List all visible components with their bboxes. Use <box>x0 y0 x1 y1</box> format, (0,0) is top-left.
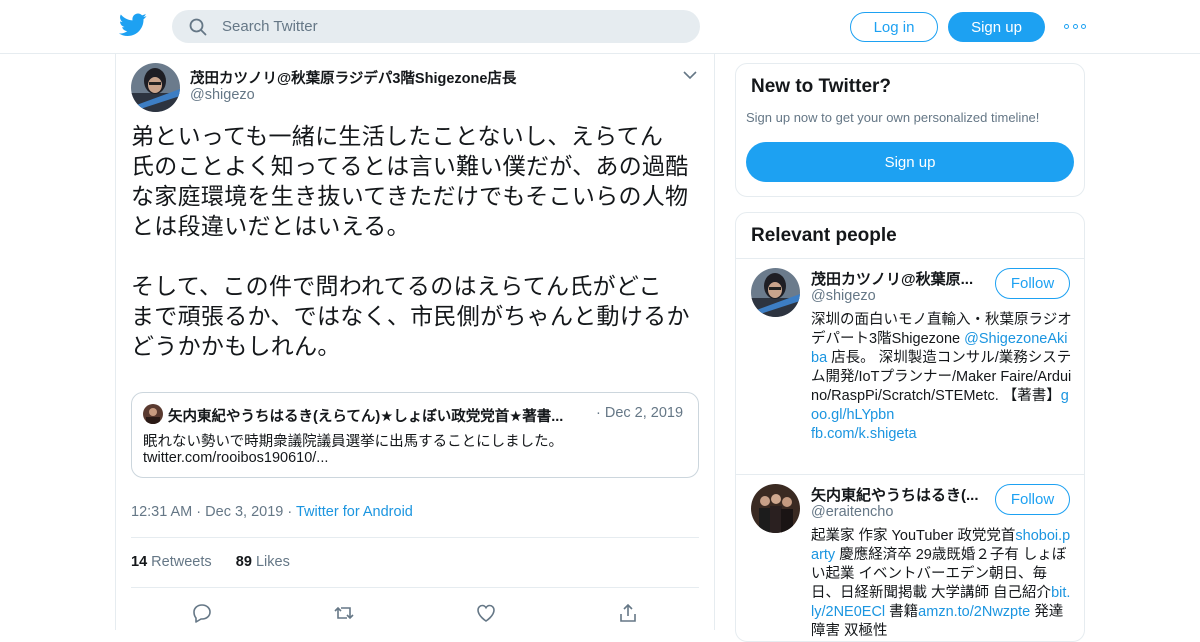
bio-link[interactable]: amzn.to/2Nwzpte <box>918 604 1030 620</box>
tweet-date[interactable]: Dec 3, 2019 <box>205 504 283 520</box>
bio-link[interactable]: fb.com/k.shigeta <box>811 426 917 442</box>
retweets-label: Retweets <box>151 554 212 570</box>
follow-button[interactable]: Follow <box>995 484 1070 515</box>
tweet-stats: 14 Retweets 89 Likes <box>131 554 290 570</box>
twitter-logo-icon[interactable] <box>119 13 147 37</box>
relevant-people-card: Relevant people 茂田カツノリ@秋葉原... @shigezo F… <box>735 212 1085 642</box>
sidebar-signup-button[interactable]: Sign up <box>746 142 1074 182</box>
card-title: New to Twitter? <box>751 76 892 97</box>
likes-label: Likes <box>255 554 290 570</box>
person-handle[interactable]: @shigezo <box>811 288 876 304</box>
bio-text: 店長。 深圳製造コンサル/業務システム開発/IoTプランナー/Maker Fai… <box>811 350 1072 404</box>
meta-separator: · <box>287 504 296 520</box>
likes-count: 89 <box>235 554 252 570</box>
likes-stat[interactable]: 89 Likes <box>236 554 290 570</box>
person-name[interactable]: 茂田カツノリ@秋葉原... <box>811 268 979 289</box>
top-bar: Log in Sign up <box>0 0 1200 54</box>
tweet-meta: 12:31 AM · Dec 3, 2019 · Twitter for And… <box>131 504 413 520</box>
signup-button[interactable]: Sign up <box>948 12 1045 42</box>
search-icon <box>189 18 207 35</box>
person-handle[interactable]: @eraitencho <box>811 504 893 520</box>
reply-icon[interactable] <box>191 602 213 624</box>
bio-text: 起業家 作家 YouTuber 政党党首 <box>811 528 1016 544</box>
tweet-source[interactable]: Twitter for Android <box>296 504 413 520</box>
person-name[interactable]: 矢内東紀やうちはるき(... <box>811 484 979 505</box>
tweet-time[interactable]: 12:31 AM <box>131 504 192 520</box>
share-icon[interactable] <box>617 602 639 624</box>
avatar[interactable] <box>131 63 180 112</box>
author-handle[interactable]: @shigezo <box>190 87 255 103</box>
search-input[interactable] <box>222 18 682 35</box>
retweet-icon[interactable] <box>333 602 355 624</box>
divider <box>736 258 1084 259</box>
bio-text: 慶應経済卒 29歳既婚２子有 しょぼい起業 イベントバーエデン朝日、毎日、日経新… <box>811 547 1067 601</box>
bio-text: 書籍 <box>885 604 919 620</box>
quote-avatar <box>143 404 163 424</box>
person-bio: 起業家 作家 YouTuber 政党党首shoboi.party 慶應経済卒 2… <box>811 527 1073 641</box>
retweets-count: 14 <box>131 554 148 570</box>
avatar[interactable] <box>751 268 800 317</box>
quote-text: 眠れない勢いで時期衆議院議員選挙に出馬することにしました。 <box>143 434 564 450</box>
follow-button[interactable]: Follow <box>995 268 1070 299</box>
card-subtitle: Sign up now to get your own personalized… <box>746 110 1040 125</box>
search-box[interactable] <box>172 10 700 43</box>
login-button[interactable]: Log in <box>850 12 938 42</box>
divider <box>736 474 1084 475</box>
new-to-twitter-card: New to Twitter? Sign up now to get your … <box>735 63 1085 197</box>
divider <box>131 587 699 588</box>
quoted-tweet[interactable]: 矢内東紀やうちはるき(えらてん)★しょぼい政党党首★著書... · Dec 2,… <box>131 392 699 478</box>
quote-date: · Dec 2, 2019 <box>596 405 684 421</box>
tweet-text: 弟といっても一緒に生活したことないし、えらてん 氏のことよく知ってるとは言い難い… <box>131 123 690 359</box>
quote-author-name: 矢内東紀やうちはるき(えらてん)★しょぼい政党党首★著書... <box>168 409 564 425</box>
quote-link[interactable]: twitter.com/rooibos190610/... <box>143 450 328 466</box>
card-title: Relevant people <box>751 225 897 246</box>
author-name[interactable]: 茂田カツノリ@秋葉原ラジデパ3階Shigezone店長 <box>190 67 516 88</box>
avatar[interactable] <box>751 484 800 533</box>
divider <box>131 537 699 538</box>
like-icon[interactable] <box>475 602 497 624</box>
more-options-icon[interactable] <box>1064 20 1086 32</box>
chevron-down-icon[interactable] <box>683 70 697 80</box>
meta-separator: · <box>196 504 206 520</box>
person-bio: 深圳の面白いモノ直輸入・秋葉原ラジオデパート3階Shigezone @Shige… <box>811 311 1073 444</box>
retweets-stat[interactable]: 14 Retweets <box>131 554 212 570</box>
